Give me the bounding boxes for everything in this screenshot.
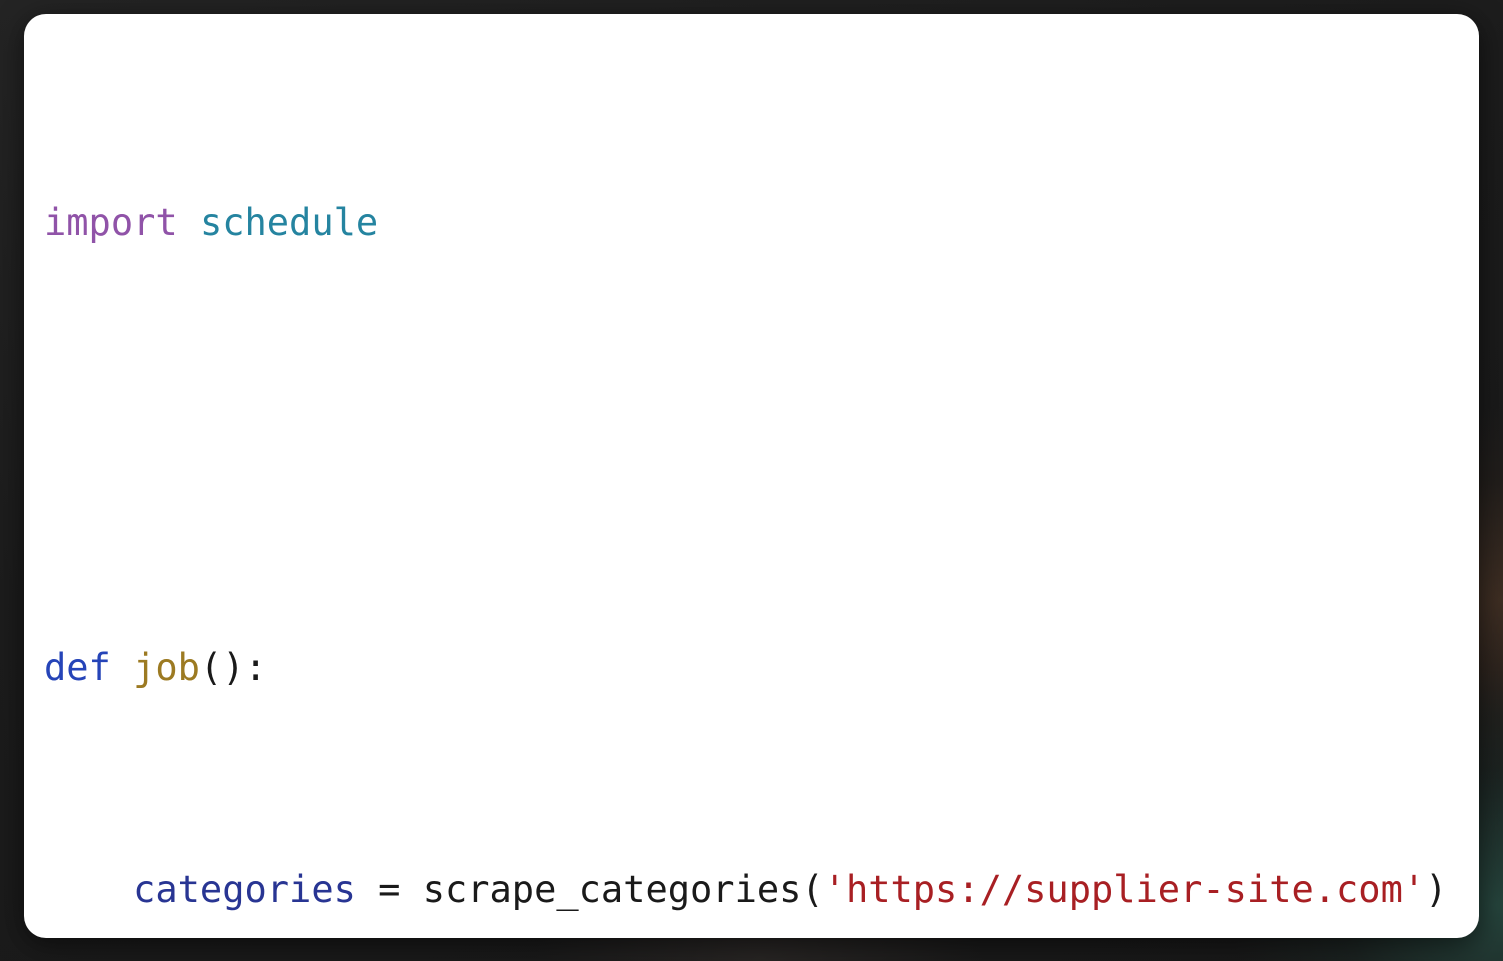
screenshot-root: import schedule def job(): categories = … [0,0,1503,961]
token-punct: ) [1425,867,1448,911]
token-string-url: 'https://supplier-site.com' [823,867,1426,911]
token-keyword-import: import [44,200,178,244]
code-line-1: import schedule [44,195,1479,251]
token-var-categories: categories [133,867,356,911]
code-block: import schedule def job(): categories = … [44,28,1479,938]
token-punct: (): [199,645,267,689]
code-card: import schedule def job(): categories = … [24,14,1479,938]
code-line-4: categories = scrape_categories('https://… [44,862,1479,918]
code-line-3: def job(): [44,640,1479,696]
token-operator-assign: = [355,867,423,911]
token-call-scrape-categories: scrape_categories( [422,867,824,911]
token-keyword-def: def [44,645,111,689]
token-function-job: job [133,645,200,689]
code-line-2-blank [44,417,1479,473]
token-module-schedule: schedule [199,200,379,244]
